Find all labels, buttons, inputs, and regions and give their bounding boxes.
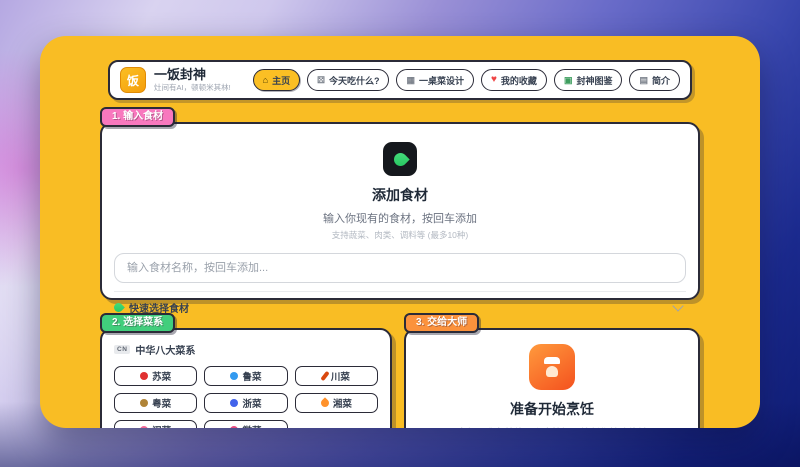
desktop-background: { "app": { "logo_text": "饭", "title": "一… — [0, 0, 800, 467]
nav-table-design-button[interactable]: ▦ 一桌菜设计 — [396, 69, 474, 91]
leaf-icon — [390, 149, 410, 169]
app-header: 饭 一饭封神 灶间有AI，顿顿米其林! ⌂ 主页 ⚄ 今天吃什么? ▦ 一桌菜设… — [108, 60, 692, 100]
picture-icon: ▣ — [563, 74, 573, 85]
app-subtitle: 灶间有AI，顿顿米其林! — [154, 83, 231, 93]
ingredients-title: 添加食材 — [372, 187, 428, 203]
nav-home-button[interactable]: ⌂ 主页 — [252, 69, 301, 91]
cuisine-group-label: CN 中华八大菜系 — [114, 342, 378, 357]
app-window: 饭 一饭封神 灶间有AI，顿顿米其林! ⌂ 主页 ⚄ 今天吃什么? ▦ 一桌菜设… — [40, 36, 760, 428]
ingredients-desc: 输入你现有的食材，按回车添加 — [323, 213, 477, 225]
nav-favorites-button[interactable]: ♥ 我的收藏 — [480, 69, 547, 91]
master-desc: 大师已准备就绪，点击按钮开始创作美味佳肴 — [406, 425, 698, 428]
quick-select-toggle[interactable]: 快速选择食材 — [112, 291, 686, 322]
info-icon: ▤ — [639, 74, 648, 85]
cuisine-button-su[interactable]: 苏菜 — [114, 366, 198, 386]
mushroom-icon — [230, 426, 239, 428]
ingredients-card: 添加食材 输入你现有的食材，按回车添加 支持蔬菜、肉类、调料等 (最多10种) … — [100, 122, 700, 315]
section-tag-ingredients: 1. 输入食材 — [100, 107, 176, 127]
flame-icon — [319, 397, 331, 409]
cuisine-button-yue[interactable]: 粤菜 — [114, 393, 198, 413]
cuisine-button-lu[interactable]: 鲁菜 — [204, 366, 288, 386]
dice-icon: ⚄ — [317, 74, 325, 85]
chili-icon — [320, 370, 330, 382]
master-card: 准备开始烹饪 大师已准备就绪，点击按钮开始创作美味佳肴 ⚙ 当前配置 — [404, 328, 700, 428]
heart-icon: ♥ — [490, 74, 497, 85]
nav-label: 封神图鉴 — [576, 75, 613, 86]
section-tag-master: 3. 交给大师 — [404, 313, 480, 333]
cuisine-button-min[interactable]: 闽菜 — [114, 420, 198, 428]
cuisine-button-zhe[interactable]: 浙菜 — [204, 393, 288, 413]
ingredients-hint: 支持蔬菜、肉类、调料等 (最多10种) — [331, 230, 469, 240]
nav-label: 我的收藏 — [500, 75, 537, 86]
master-title: 准备开始烹饪 — [510, 401, 594, 417]
app-logo-icon: 饭 — [120, 67, 146, 93]
chevron-down-icon — [672, 299, 684, 312]
app-title-block: 一饭封神 灶间有AI，顿顿米其林! — [154, 66, 231, 93]
section-tag-cuisine: 2. 选择菜系 — [100, 313, 176, 333]
shrimp-icon — [140, 372, 149, 380]
cuisine-button-chuan[interactable]: 川菜 — [294, 366, 378, 386]
cuisine-card: CN 中华八大菜系 苏菜 鲁菜 川菜 粤菜 浙菜 湘菜 — [100, 328, 392, 428]
soup-icon — [140, 426, 149, 428]
nav-label: 一桌菜设计 — [418, 75, 464, 86]
cuisine-grid: 苏菜 鲁菜 川菜 粤菜 浙菜 湘菜 — [114, 366, 378, 428]
nav-label: 主页 — [272, 75, 291, 86]
app-title: 一饭封神 — [154, 66, 207, 82]
nav-label: 今天吃什么? — [328, 75, 380, 86]
ingredient-input[interactable] — [114, 253, 686, 283]
fish-icon — [230, 372, 239, 380]
nav-about-button[interactable]: ▤ 简介 — [629, 69, 680, 91]
drumstick-icon — [140, 399, 149, 407]
table-grid-icon: ▦ — [406, 74, 415, 85]
cuisine-button-xiang[interactable]: 湘菜 — [294, 393, 378, 413]
chef-icon — [529, 344, 575, 390]
nav-label: 简介 — [651, 75, 670, 86]
home-icon: ⌂ — [262, 74, 269, 85]
seafood-icon — [230, 399, 239, 407]
leaf-small-icon — [112, 300, 125, 314]
main-nav: ⌂ 主页 ⚄ 今天吃什么? ▦ 一桌菜设计 ♥ 我的收藏 ▣ 封神图鉴 ▤ 简介 — [252, 69, 680, 91]
nav-what-to-eat-button[interactable]: ⚄ 今天吃什么? — [307, 69, 390, 91]
cn-flag-icon: CN — [114, 345, 131, 354]
cuisine-button-hui[interactable]: 徽菜 — [204, 420, 288, 428]
vegetable-icon — [383, 142, 417, 176]
nav-gallery-button[interactable]: ▣ 封神图鉴 — [553, 69, 623, 91]
